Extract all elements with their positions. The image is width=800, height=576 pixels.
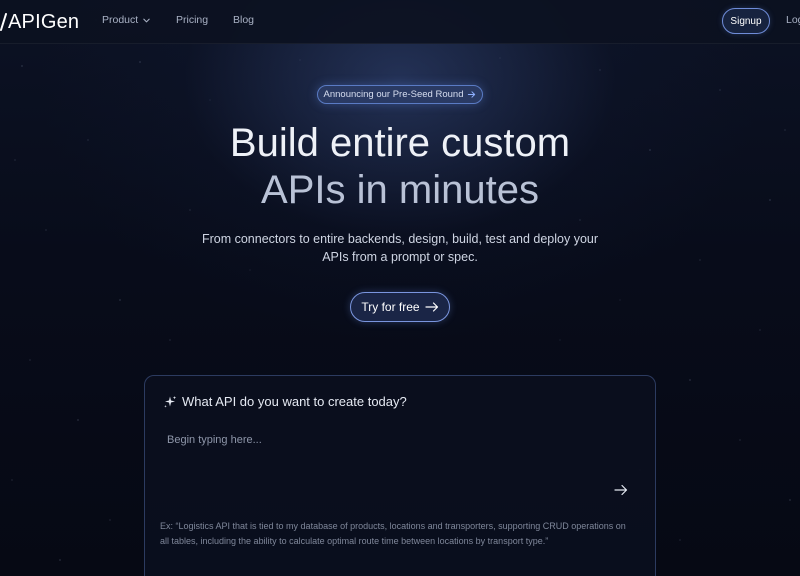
submit-prompt-button[interactable] [611,480,631,500]
hero-title-line-2: APIs in minutes [261,168,539,212]
nav-pricing-label: Pricing [176,14,209,26]
landing-page: APIGen Product Pricing Blog Signup Login… [0,0,800,576]
announcement-pill[interactable]: Announcing our Pre-Seed Round [317,85,483,104]
hero-subtitle: From connectors to entire backends, desi… [201,232,599,264]
api-prompt-input[interactable] [167,430,587,450]
login-link[interactable]: Login [786,14,800,26]
signup-button-label: Signup [730,15,762,27]
announcement-text: Announcing our Pre-Seed Round [323,89,464,100]
signup-button[interactable]: Signup [722,8,770,34]
hero-title: Build entire custom APIs in minutes [0,120,800,214]
prompt-heading-text: What API do you want to create today? [182,394,407,409]
logo-mark-icon [0,13,7,31]
prompt-example-text: Ex: “Logistics API that is tied to my da… [160,521,626,546]
prompt-heading: What API do you want to create today? [163,394,407,409]
logo-text: APIGen [8,10,80,33]
arrow-right-icon [468,91,476,98]
nav-blog-label: Blog [233,14,255,26]
nav-pricing-link[interactable]: Pricing [176,14,208,26]
top-navbar: APIGen Product Pricing Blog Signup Login [0,0,800,44]
arrow-right-icon [614,484,628,496]
nav-product-label: Product [102,14,139,26]
logo[interactable]: APIGen [0,9,79,35]
api-prompt-card: What API do you want to create today? Ex… [144,375,656,576]
arrow-right-icon [425,302,438,312]
sparkle-icon [164,395,177,408]
chevron-down-icon [143,18,150,22]
try-for-free-button[interactable]: Try for free [350,292,450,322]
nav-product-menu[interactable]: Product [102,14,151,26]
try-for-free-label: Try for free [361,300,420,314]
nav-blog-link[interactable]: Blog [233,14,254,26]
hero-title-line-1: Build entire custom [229,121,571,165]
login-link-label: Login [786,14,800,26]
